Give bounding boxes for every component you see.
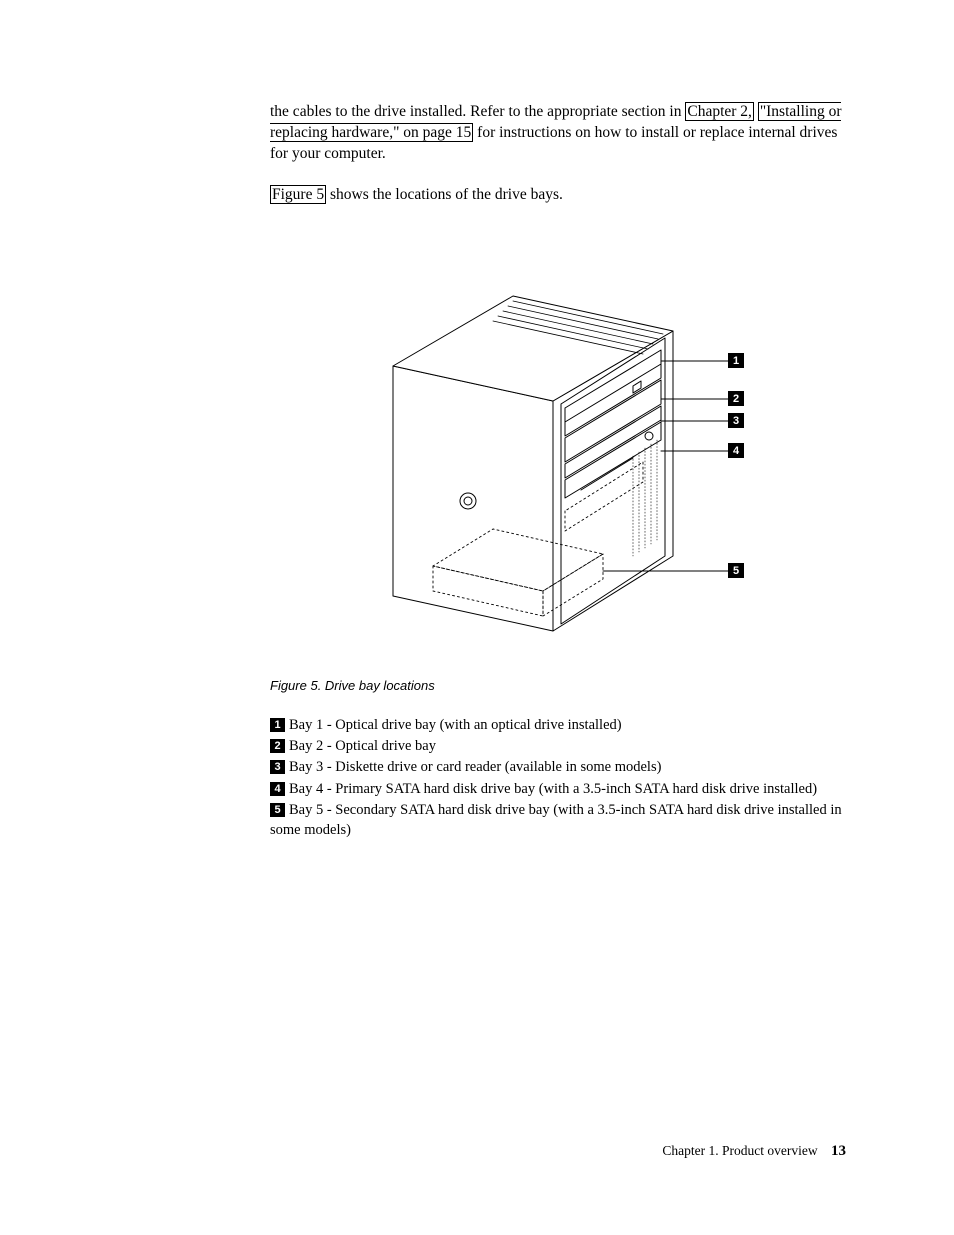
callout-4: 4	[733, 445, 740, 457]
figure-ref-paragraph: Figure 5 shows the locations of the driv…	[270, 185, 846, 206]
legend-num-2: 2	[270, 739, 285, 753]
legend-text-2: Bay 2 - Optical drive bay	[289, 738, 436, 754]
legend: 1 Bay 1 - Optical drive bay (with an opti…	[270, 715, 846, 841]
footer-chapter: Chapter 1. Product overview	[662, 1143, 817, 1158]
figure-ref-text: shows the locations of the drive bays.	[326, 186, 563, 203]
legend-row-1: 1 Bay 1 - Optical drive bay (with an opti…	[270, 715, 846, 735]
legend-text-1: Bay 1 - Optical drive bay (with an optic…	[289, 717, 622, 733]
figure-caption: Figure 5. Drive bay locations	[270, 678, 846, 693]
legend-row-4: 4 Bay 4 - Primary SATA hard disk drive ba…	[270, 779, 846, 799]
legend-text-3: Bay 3 - Diskette drive or card reader (a…	[289, 759, 661, 775]
callout-1: 1	[733, 355, 739, 367]
legend-num-4: 4	[270, 782, 285, 796]
legend-row-2: 2 Bay 2 - Optical drive bay	[270, 736, 846, 756]
legend-num-1: 1	[270, 718, 285, 732]
legend-text-5: Bay 5 - Secondary SATA hard disk drive b…	[270, 802, 842, 838]
drive-bay-diagram: 1 2 3 4 5	[333, 236, 783, 656]
legend-row-5: 5Bay 5 - Secondary SATA hard disk drive …	[270, 800, 846, 841]
legend-num-3: 3	[270, 760, 285, 774]
footer-page-number: 13	[831, 1143, 846, 1159]
callout-3: 3	[733, 415, 739, 427]
legend-num-5: 5	[270, 803, 285, 817]
legend-row-3: 3 Bay 3 - Diskette drive or card reader (…	[270, 757, 846, 777]
intro-text-a: the cables to the drive installed. Refer…	[270, 103, 685, 120]
intro-paragraph: the cables to the drive installed. Refer…	[270, 102, 846, 165]
link-chapter2[interactable]: Chapter 2,	[685, 102, 754, 121]
link-figure5[interactable]: Figure 5	[270, 185, 326, 204]
page-footer: Chapter 1. Product overview 13	[662, 1143, 846, 1160]
legend-text-4: Bay 4 - Primary SATA hard disk drive bay…	[289, 781, 817, 797]
callout-2: 2	[733, 393, 739, 405]
callout-5: 5	[733, 565, 739, 577]
figure-container: 1 2 3 4 5	[270, 236, 846, 656]
page-content: the cables to the drive installed. Refer…	[0, 0, 954, 840]
